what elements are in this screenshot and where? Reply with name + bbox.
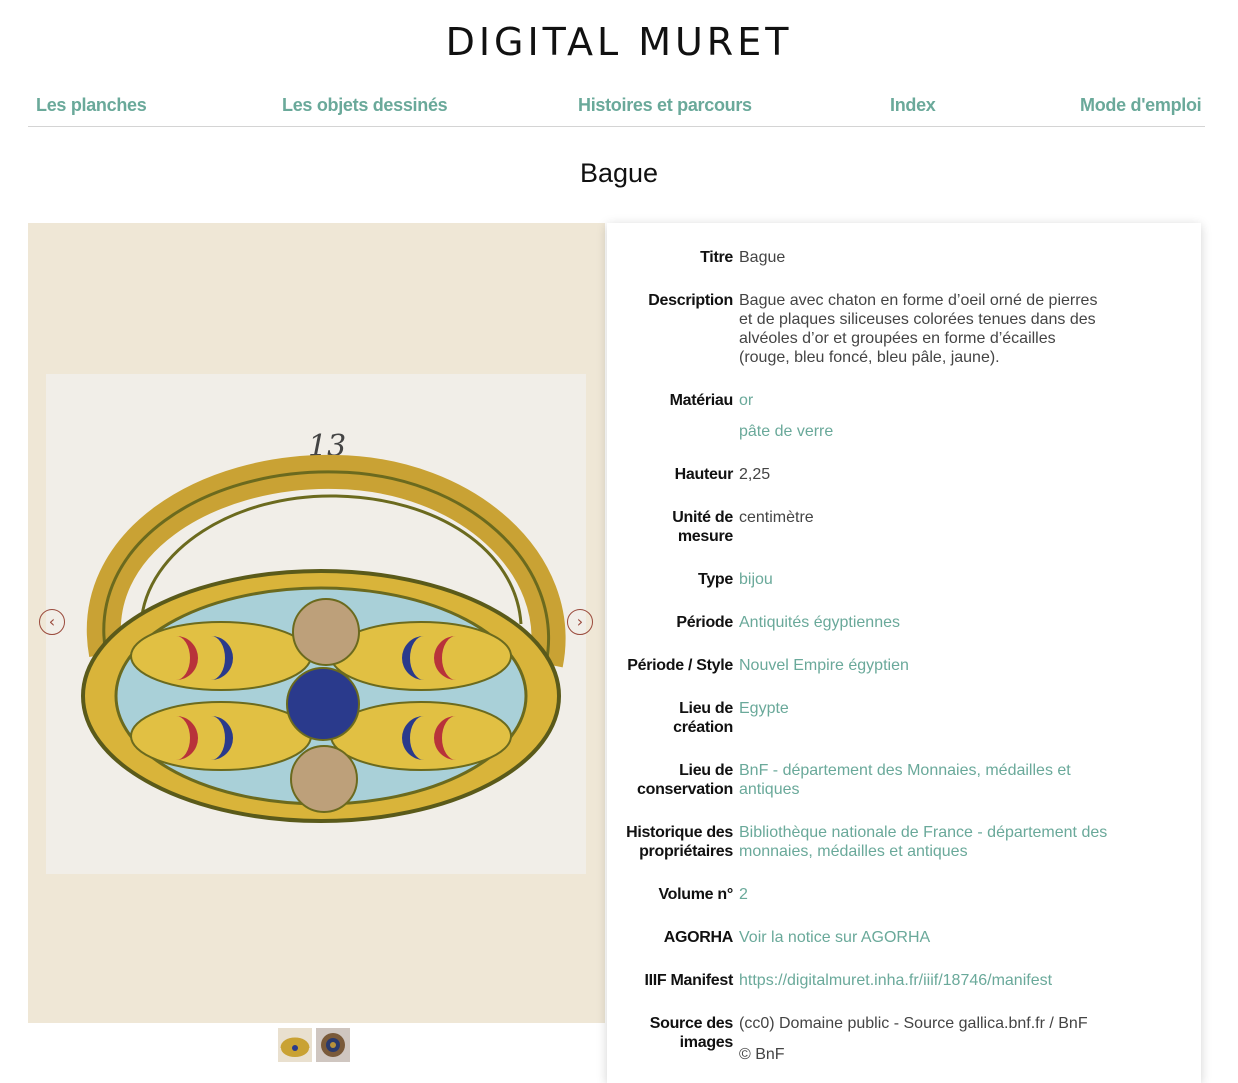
page-title: Bague [579,158,659,188]
prev-image-button[interactable]: ‹ [39,609,65,635]
agorha-link[interactable]: Voir la notice sur AGORHA [739,928,1109,947]
meta-label: Période / Style [627,657,733,674]
meta-value: Bague [739,249,786,266]
meta-label: Historique des propriétaires [626,824,733,860]
meta-label: Source des images [649,1015,734,1051]
meta-label: Volume n° [658,886,733,903]
nav-index[interactable]: Index [890,95,936,116]
main-nav: Les planches Les objets dessinés Histoir… [28,92,1205,127]
source-copyright: © BnF [739,1046,785,1063]
thumbnail-2[interactable] [316,1028,350,1062]
iiif-manifest-link[interactable]: https://digitalmuret.inha.fr/iiif/18746/… [739,971,1109,990]
meta-label: Description [648,292,733,309]
ring-drawing: 13 [46,374,586,874]
meta-link[interactable]: Egypte [739,699,1109,718]
meta-label: AGORHA [663,929,734,946]
nav-les-objets-dessines[interactable]: Les objets dessinés [282,95,448,116]
meta-label: Lieu de création [673,700,733,736]
image-viewer[interactable]: 13 ‹ › [28,223,605,1023]
meta-value: 2,25 [739,466,771,483]
meta-link[interactable]: Antiquités égyptiennes [739,613,1109,632]
meta-label: Hauteur [674,466,734,483]
nav-les-planches[interactable]: Les planches [36,95,147,116]
site-title[interactable]: DIGITAL MURET [0,20,1238,64]
source-credit: (cc0) Domaine public - Source gallica.bn… [739,1015,1088,1032]
meta-label: Type [698,571,733,588]
meta-link-pate-de-verre[interactable]: pâte de verre [739,422,1109,441]
meta-label: Matériau [669,392,734,409]
thumbnail-1[interactable] [278,1028,312,1062]
meta-value: Bague avec chaton en forme d’oeil orné d… [739,292,1098,366]
meta-link[interactable]: BnF - département des Monnaies, médaille… [739,761,1079,799]
meta-link-or[interactable]: or [739,391,1109,410]
meta-value: centimètre [739,509,814,526]
meta-label: Lieu de conservation [637,762,733,798]
meta-link[interactable]: bijou [739,570,1109,589]
meta-label: Titre [700,249,733,266]
nav-mode-d-emploi[interactable]: Mode d'emploi [1080,95,1202,116]
meta-link[interactable]: 2 [739,885,1109,904]
meta-label: IIIF Manifest [644,972,733,989]
chevron-left-icon: ‹ [48,612,56,631]
meta-label: Unité de mesure [672,509,733,545]
metadata-panel: Titre Bague Description Bague avec chato… [607,223,1201,1083]
meta-label: Période [676,614,733,631]
thumbnail-strip [28,1023,605,1075]
meta-link[interactable]: Bibliothèque nationale de France - dépar… [739,823,1109,861]
nav-histoires-et-parcours[interactable]: Histoires et parcours [578,95,752,116]
meta-link[interactable]: Nouvel Empire égyptien [739,656,1109,675]
